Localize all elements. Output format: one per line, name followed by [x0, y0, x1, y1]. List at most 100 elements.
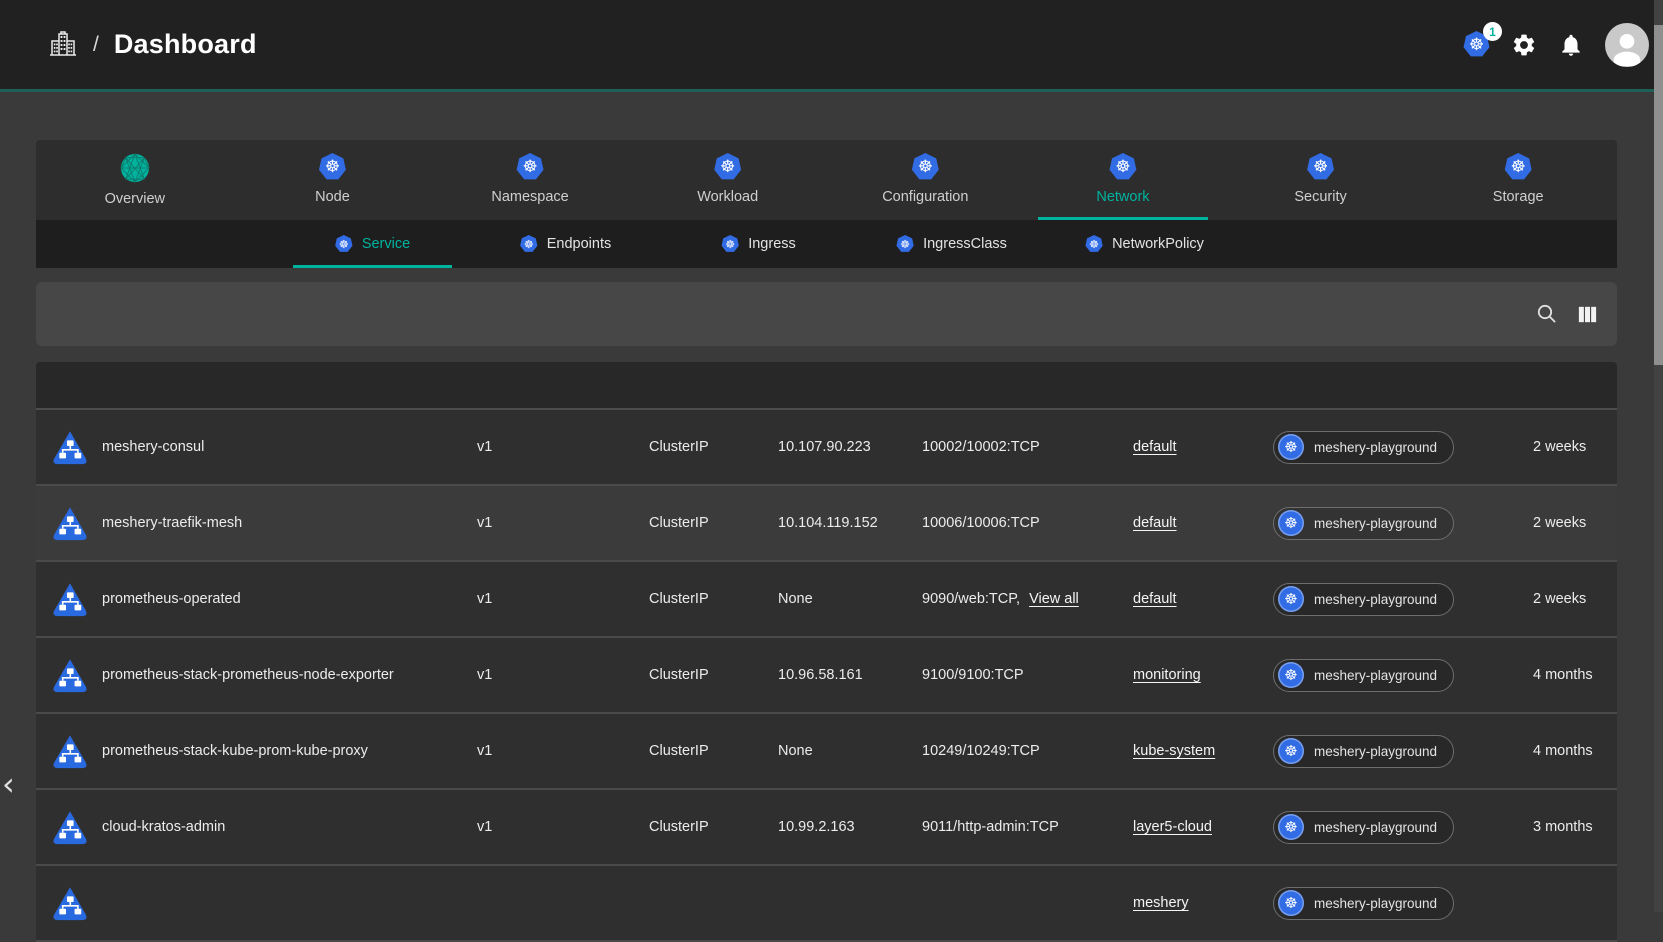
- cluster-cell: ☸ meshery-playground: [1273, 431, 1533, 464]
- subtab-networkpolicy[interactable]: ☸ NetworkPolicy: [1048, 220, 1241, 268]
- page-title: Dashboard: [114, 29, 257, 60]
- api-version-cell: v1: [477, 515, 649, 531]
- settings-button[interactable]: [1511, 32, 1537, 58]
- namespace-link[interactable]: kube-system: [1133, 743, 1215, 759]
- subtab-ingressclass[interactable]: ☸ IngressClass: [855, 220, 1048, 268]
- network-sub-tabs: ☸ Service ☸ Endpoints ☸ Ingress ☸ Ingres…: [36, 220, 1617, 268]
- kubernetes-context-button[interactable]: ☸ 1: [1463, 31, 1490, 58]
- api-version-cell: v1: [477, 819, 649, 835]
- view-columns-button[interactable]: [1576, 303, 1599, 326]
- age-cell: 2 weeks: [1533, 439, 1617, 455]
- kubernetes-icon: ☸: [1278, 510, 1304, 536]
- service-name: prometheus-stack-kube-prom-kube-proxy: [102, 743, 368, 759]
- service-resource-icon: [51, 580, 89, 618]
- namespace-link[interactable]: meshery: [1133, 895, 1189, 911]
- search-button[interactable]: [1535, 302, 1559, 326]
- service-name: cloud-kratos-admin: [102, 819, 225, 835]
- namespace-link[interactable]: default: [1133, 515, 1177, 531]
- view-all-link[interactable]: View all: [1029, 591, 1079, 607]
- kubernetes-icon: ☸: [714, 153, 742, 181]
- table-row[interactable]: cloud-kratos-admin v1 ClusterIP 10.99.2.…: [36, 790, 1617, 866]
- ports-value: 10249/10249:TCP: [922, 743, 1040, 759]
- type-cell: ClusterIP: [649, 667, 778, 683]
- vertical-scrollbar[interactable]: [1654, 0, 1663, 912]
- tab-configuration[interactable]: ☸ Configuration: [827, 140, 1025, 220]
- meshery-logo-icon: [120, 153, 150, 183]
- cluster-chip-label: meshery-playground: [1314, 744, 1437, 759]
- tab-label: Overview: [105, 191, 165, 207]
- cluster-ip-cell: None: [778, 743, 922, 759]
- view-columns-icon: [1576, 303, 1599, 326]
- cluster-chip[interactable]: ☸ meshery-playground: [1273, 887, 1454, 920]
- user-avatar[interactable]: [1605, 23, 1649, 67]
- namespace-cell: monitoring: [1133, 667, 1273, 683]
- kubernetes-icon: ☸: [520, 235, 538, 253]
- table-row[interactable]: meshery ☸ meshery-playground: [36, 866, 1617, 942]
- type-cell: ClusterIP: [649, 439, 778, 455]
- age-cell: 2 weeks: [1533, 591, 1617, 607]
- subtab-service[interactable]: ☸ Service: [276, 220, 469, 268]
- tab-storage[interactable]: ☸ Storage: [1419, 140, 1617, 220]
- table-row[interactable]: prometheus-stack-kube-prom-kube-proxy v1…: [36, 714, 1617, 790]
- subtab-label: Ingress: [748, 236, 796, 252]
- ports-value: 10002/10002:TCP: [922, 439, 1040, 455]
- kubernetes-icon: ☸: [721, 235, 739, 253]
- ports-value: 9100/9100:TCP: [922, 667, 1024, 683]
- tab-label: Network: [1096, 189, 1149, 205]
- scrollbar-thumb[interactable]: [1654, 25, 1663, 365]
- kubernetes-icon: ☸: [516, 153, 544, 181]
- kubernetes-icon: ☸: [1085, 235, 1103, 253]
- tab-workload[interactable]: ☸ Workload: [629, 140, 827, 220]
- tab-label: Node: [315, 189, 350, 205]
- namespace-link[interactable]: default: [1133, 439, 1177, 455]
- subtab-label: Service: [362, 236, 410, 252]
- table-row[interactable]: prometheus-operated v1 ClusterIP None 90…: [36, 562, 1617, 638]
- ports-value: 10006/10006:TCP: [922, 515, 1040, 531]
- table-row[interactable]: meshery-consul v1 ClusterIP 10.107.90.22…: [36, 410, 1617, 486]
- api-version-cell: v1: [477, 439, 649, 455]
- type-cell: ClusterIP: [649, 515, 778, 531]
- tab-node[interactable]: ☸ Node: [234, 140, 432, 220]
- cluster-chip[interactable]: ☸ meshery-playground: [1273, 735, 1454, 768]
- notifications-button[interactable]: [1558, 32, 1584, 58]
- tab-network[interactable]: ☸ Network: [1024, 140, 1222, 220]
- table-row[interactable]: prometheus-stack-prometheus-node-exporte…: [36, 638, 1617, 714]
- cluster-chip[interactable]: ☸ meshery-playground: [1273, 659, 1454, 692]
- api-version-cell: v1: [477, 667, 649, 683]
- services-table: meshery-consul v1 ClusterIP 10.107.90.22…: [36, 362, 1617, 942]
- namespace-link[interactable]: monitoring: [1133, 667, 1201, 683]
- cluster-cell: ☸ meshery-playground: [1273, 811, 1533, 844]
- tab-namespace[interactable]: ☸ Namespace: [431, 140, 629, 220]
- namespace-link[interactable]: layer5-cloud: [1133, 819, 1212, 835]
- table-row[interactable]: meshery-traefik-mesh v1 ClusterIP 10.104…: [36, 486, 1617, 562]
- tab-security[interactable]: ☸ Security: [1222, 140, 1420, 220]
- namespace-cell: layer5-cloud: [1133, 819, 1273, 835]
- person-icon: [1607, 29, 1647, 67]
- cluster-ip-cell: 10.107.90.223: [778, 439, 922, 455]
- cluster-chip[interactable]: ☸ meshery-playground: [1273, 431, 1454, 464]
- namespace-cell: kube-system: [1133, 743, 1273, 759]
- ports-cell: 10002/10002:TCP: [922, 439, 1133, 455]
- kubernetes-icon: ☸: [911, 153, 939, 181]
- kubernetes-icon: ☸: [1278, 434, 1304, 460]
- cluster-chip-label: meshery-playground: [1314, 440, 1437, 455]
- cluster-chip[interactable]: ☸ meshery-playground: [1273, 811, 1454, 844]
- kubernetes-icon: ☸: [1278, 814, 1304, 840]
- tab-label: Configuration: [882, 189, 968, 205]
- cluster-chip[interactable]: ☸ meshery-playground: [1273, 583, 1454, 616]
- age-cell: 4 months: [1533, 743, 1617, 759]
- age-cell: 4 months: [1533, 667, 1617, 683]
- cluster-chip-label: meshery-playground: [1314, 592, 1437, 607]
- tab-overview[interactable]: ☸ Overview: [36, 140, 234, 220]
- cluster-chip-label: meshery-playground: [1314, 820, 1437, 835]
- namespace-link[interactable]: default: [1133, 591, 1177, 607]
- resource-tabs-panel: ☸ Overview ☸ Node: [36, 140, 1617, 268]
- cluster-cell: ☸ meshery-playground: [1273, 887, 1533, 920]
- cluster-chip[interactable]: ☸ meshery-playground: [1273, 507, 1454, 540]
- age-cell: 2 weeks: [1533, 515, 1617, 531]
- subtab-ingress[interactable]: ☸ Ingress: [662, 220, 855, 268]
- namespace-cell: default: [1133, 439, 1273, 455]
- sidebar-collapse-chevron-icon[interactable]: ‹: [2, 768, 15, 800]
- cluster-cell: ☸ meshery-playground: [1273, 735, 1533, 768]
- subtab-endpoints[interactable]: ☸ Endpoints: [469, 220, 662, 268]
